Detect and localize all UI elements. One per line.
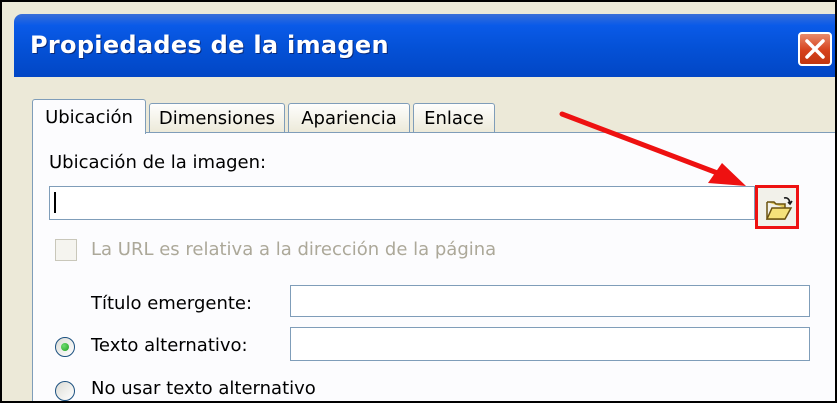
tab-dimensiones[interactable]: Dimensiones [149,103,285,133]
image-location-label: Ubicación de la imagen: [49,152,267,173]
tooltip-label: Título emergente: [91,293,253,314]
browse-file-button[interactable] [755,185,799,229]
close-icon [805,39,825,59]
radio-selected-dot [61,343,69,351]
open-folder-icon [765,197,793,220]
relative-url-checkbox[interactable] [55,239,77,261]
text-cursor [54,192,56,213]
tab-ubicacion[interactable]: Ubicación [32,99,146,134]
alt-text-radio[interactable] [55,337,75,357]
tab-panel-ubicacion: Ubicación de la imagen: La URL es relati… [32,132,835,401]
dialog-body: Ubicación Dimensiones Apariencia Enlace … [14,77,835,401]
alt-text-input[interactable] [290,327,810,361]
dialog-title: Propiedades de la imagen [30,31,389,59]
no-alt-text-radio[interactable] [55,381,75,401]
alt-text-label: Texto alternativo: [91,335,248,356]
tab-enlace[interactable]: Enlace [413,103,495,133]
image-location-input[interactable] [49,186,755,220]
relative-url-label: La URL es relativa a la dirección de la … [91,239,497,260]
tooltip-input[interactable] [290,285,810,317]
image-properties-dialog: Propiedades de la imagen Ubicación Dimen… [0,0,837,403]
tab-apariencia[interactable]: Apariencia [288,103,410,133]
title-bar[interactable]: Propiedades de la imagen [14,14,835,77]
close-button[interactable] [798,32,832,66]
no-alt-text-label: No usar texto alternativo [91,378,316,399]
